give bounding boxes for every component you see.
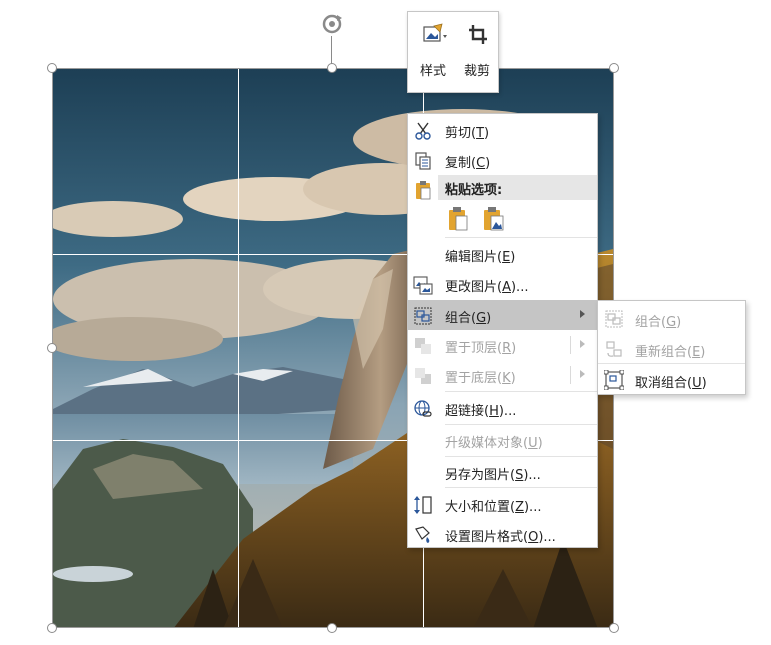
- picture-tile[interactable]: [53, 255, 238, 440]
- menu-item-edit-picture[interactable]: 编辑图片(E): [408, 239, 597, 269]
- crop-label: 裁剪: [463, 64, 490, 79]
- paste-options-header: 粘贴选项:: [438, 175, 597, 200]
- size-position-icon: [414, 496, 432, 514]
- group-icon: [605, 310, 623, 328]
- resize-handle-bottom-left[interactable]: [47, 623, 57, 633]
- submenu-arrow-icon: [580, 340, 585, 348]
- submenu-arrow-icon: [580, 310, 585, 318]
- bring-to-front-icon: [415, 338, 431, 354]
- style-label: 样式: [419, 64, 446, 79]
- menu-item-change-picture[interactable]: 更改图片(A)...: [408, 269, 597, 299]
- group-submenu: 组合(G) 重新组合(E) 取消组合(U): [597, 300, 746, 395]
- split-divider: [570, 366, 571, 384]
- resize-handle-top-right[interactable]: [609, 63, 619, 73]
- paste-as-picture-icon[interactable]: [482, 206, 504, 232]
- format-picture-icon: [415, 526, 430, 543]
- paste-options-label: 粘贴选项:: [445, 183, 503, 198]
- picture-tile[interactable]: [53, 441, 238, 627]
- menu-item-bring-to-front[interactable]: 置于顶层(R): [408, 330, 597, 360]
- regroup-icon: [606, 341, 622, 357]
- copy-icon: [415, 152, 431, 170]
- send-to-back-icon: [415, 368, 431, 384]
- submenu-item-group[interactable]: 组合(G): [598, 303, 745, 333]
- picture-tile[interactable]: [239, 441, 423, 627]
- picture-tile[interactable]: [53, 69, 238, 254]
- picture-style-icon: [423, 23, 447, 42]
- menu-item-save-as-picture[interactable]: 另存为图片(S)...: [408, 457, 597, 487]
- menu-item-copy[interactable]: 复制(C): [408, 145, 597, 175]
- ungroup-icon: [604, 370, 624, 390]
- crop-button[interactable]: 裁剪: [455, 12, 499, 92]
- menu-item-send-to-back[interactable]: 置于底层(K): [408, 360, 597, 390]
- rotate-icon[interactable]: [320, 12, 344, 36]
- picture-tile[interactable]: [239, 69, 423, 254]
- menu-item-format-picture[interactable]: 设置图片格式(O)...: [408, 519, 597, 549]
- mini-toolbar: 样式 裁剪: [407, 11, 499, 93]
- clipboard-icon: [416, 181, 431, 200]
- change-picture-icon: [413, 276, 433, 295]
- menu-item-size-position[interactable]: 大小和位置(Z)...: [408, 489, 597, 519]
- split-divider: [570, 336, 571, 354]
- resize-handle-bottom-right[interactable]: [609, 623, 619, 633]
- rotate-stem: [331, 36, 332, 66]
- scissors-icon: [415, 122, 431, 140]
- resize-handle-top-left[interactable]: [47, 63, 57, 73]
- context-menu: 剪切(T) 复制(C) 粘贴选项: 编辑图片(E) 更改图片(A)... 组合(…: [407, 113, 598, 548]
- menu-item-hyperlink[interactable]: 超链接(H)...: [408, 393, 597, 423]
- resize-handle-top-center[interactable]: [327, 63, 337, 73]
- menu-separator: [445, 487, 597, 488]
- menu-item-upgrade-media[interactable]: 升级媒体对象(U): [408, 425, 597, 455]
- style-button[interactable]: 样式: [411, 12, 455, 92]
- submenu-item-regroup[interactable]: 重新组合(E): [598, 333, 745, 363]
- menu-item-group[interactable]: 组合(G): [408, 300, 597, 330]
- resize-handle-middle-left[interactable]: [47, 343, 57, 353]
- hyperlink-icon: [414, 400, 432, 417]
- group-icon: [414, 307, 432, 325]
- submenu-item-ungroup[interactable]: 取消组合(U): [598, 364, 745, 394]
- paste-keep-formatting-icon[interactable]: [447, 206, 469, 232]
- menu-item-cut[interactable]: 剪切(T): [408, 115, 597, 145]
- menu-separator: [445, 391, 597, 392]
- resize-handle-bottom-center[interactable]: [327, 623, 337, 633]
- submenu-arrow-icon: [580, 370, 585, 378]
- crop-icon: [469, 25, 487, 44]
- menu-separator: [445, 237, 597, 238]
- picture-tile[interactable]: [239, 255, 423, 440]
